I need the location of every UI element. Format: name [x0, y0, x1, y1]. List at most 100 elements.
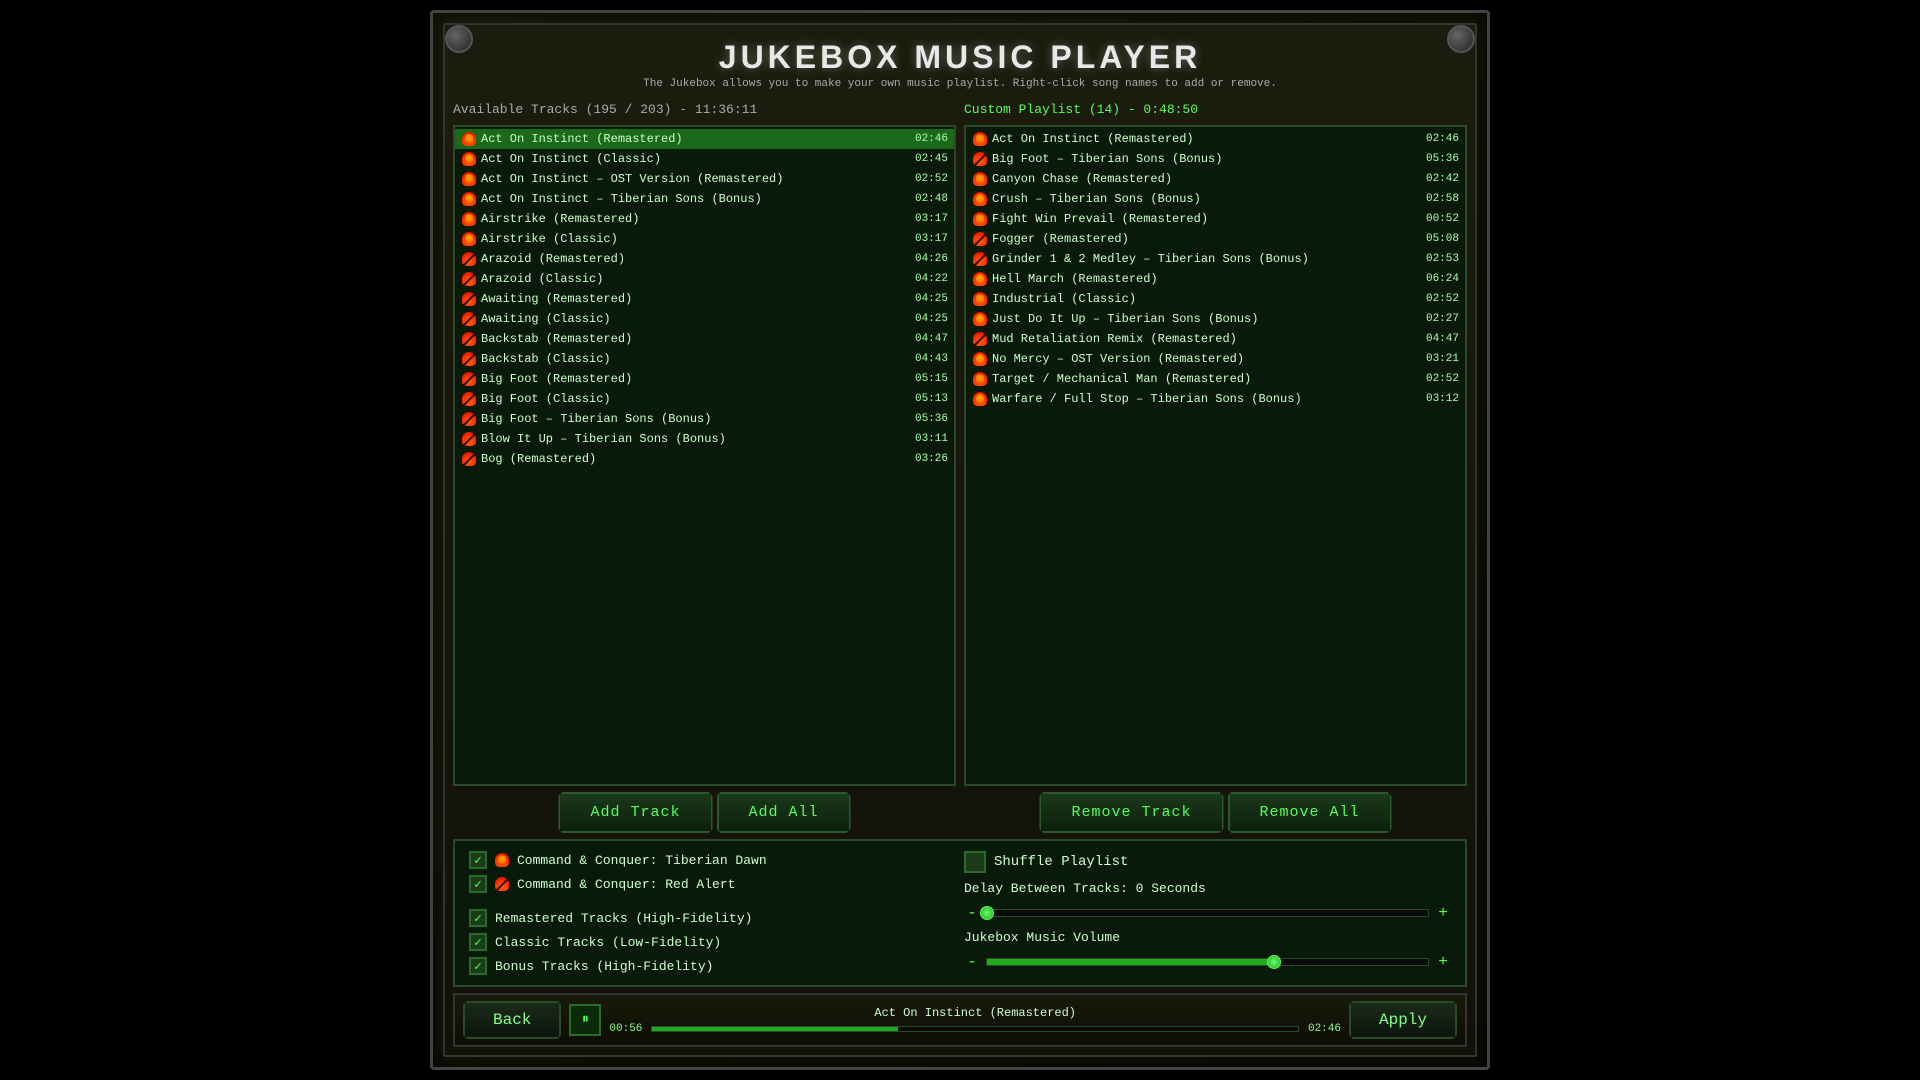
slash-icon — [462, 252, 476, 266]
shuffle-checkbox[interactable] — [964, 851, 986, 873]
custom-track-item[interactable]: Fight Win Prevail (Remastered)00:52 — [966, 209, 1465, 229]
remove-all-button[interactable]: Remove All — [1228, 792, 1392, 833]
track-duration: 02:27 — [1426, 313, 1459, 325]
track-name: Blow It Up – Tiberian Sons (Bonus) — [481, 432, 911, 446]
fire-icon — [462, 132, 476, 146]
shuffle-row[interactable]: Shuffle Playlist — [964, 851, 1451, 873]
custom-track-item[interactable]: Act On Instinct (Remastered)02:46 — [966, 129, 1465, 149]
slash-icon — [462, 392, 476, 406]
available-track-item[interactable]: Act On Instinct (Remastered)02:46 — [455, 129, 954, 149]
volume-plus-btn[interactable]: + — [1435, 953, 1451, 971]
track-duration: 05:36 — [1426, 153, 1459, 165]
slash-icon — [973, 232, 987, 246]
volume-slider[interactable] — [986, 958, 1429, 966]
track-name: Hell March (Remastered) — [992, 272, 1422, 286]
custom-track-item[interactable]: Grinder 1 & 2 Medley – Tiberian Sons (Bo… — [966, 249, 1465, 269]
track-name: Canyon Chase (Remastered) — [992, 172, 1422, 186]
fire-icon — [462, 232, 476, 246]
custom-track-item[interactable]: Industrial (Classic)02:52 — [966, 289, 1465, 309]
available-track-item[interactable]: Awaiting (Classic)04:25 — [455, 309, 954, 329]
track-name: Awaiting (Classic) — [481, 312, 911, 326]
checkbox-bonus-box[interactable] — [469, 957, 487, 975]
delay-slider[interactable] — [986, 909, 1429, 917]
available-track-item[interactable]: Backstab (Classic)04:43 — [455, 349, 954, 369]
fire-icon — [973, 312, 987, 326]
custom-track-item[interactable]: Hell March (Remastered)06:24 — [966, 269, 1465, 289]
custom-track-item[interactable]: Target / Mechanical Man (Remastered)02:5… — [966, 369, 1465, 389]
custom-track-item[interactable]: Just Do It Up – Tiberian Sons (Bonus)02:… — [966, 309, 1465, 329]
delay-slider-thumb[interactable] — [980, 906, 994, 920]
volume-slider-thumb[interactable] — [1267, 955, 1281, 969]
apply-button[interactable]: Apply — [1349, 1001, 1457, 1039]
add-all-button[interactable]: Add All — [717, 792, 851, 833]
track-duration: 04:22 — [915, 273, 948, 285]
custom-track-item[interactable]: Big Foot – Tiberian Sons (Bonus)05:36 — [966, 149, 1465, 169]
available-track-item[interactable]: Arazoid (Classic)04:22 — [455, 269, 954, 289]
fire-icon — [973, 352, 987, 366]
play-pause-icon: ⏸ — [582, 1012, 589, 1028]
track-name: Airstrike (Classic) — [481, 232, 911, 246]
available-track-item[interactable]: Big Foot (Classic)05:13 — [455, 389, 954, 409]
total-time: 02:46 — [1305, 1023, 1341, 1035]
custom-track-item[interactable]: Fogger (Remastered)05:08 — [966, 229, 1465, 249]
remove-track-button[interactable]: Remove Track — [1039, 792, 1223, 833]
volume-slider-fill — [987, 959, 1274, 965]
delay-minus-btn[interactable]: - — [964, 904, 980, 922]
track-name: Mud Retaliation Remix (Remastered) — [992, 332, 1422, 346]
available-track-item[interactable]: Airstrike (Remastered)03:17 — [455, 209, 954, 229]
available-track-item[interactable]: Arazoid (Remastered)04:26 — [455, 249, 954, 269]
track-duration: 04:25 — [915, 293, 948, 305]
custom-track-item[interactable]: No Mercy – OST Version (Remastered)03:21 — [966, 349, 1465, 369]
track-duration: 05:08 — [1426, 233, 1459, 245]
available-tracks-list[interactable]: Act On Instinct (Remastered)02:46Act On … — [455, 127, 954, 784]
checkbox-tiberian-dawn[interactable]: Command & Conquer: Tiberian Dawn — [469, 851, 956, 869]
back-button[interactable]: Back — [463, 1001, 561, 1039]
available-track-item[interactable]: Bog (Remastered)03:26 — [455, 449, 954, 469]
checkbox-td-box[interactable] — [469, 851, 487, 869]
track-name: Act On Instinct – Tiberian Sons (Bonus) — [481, 192, 911, 206]
fire-icon — [973, 392, 987, 406]
available-track-item[interactable]: Backstab (Remastered)04:47 — [455, 329, 954, 349]
track-name: Fight Win Prevail (Remastered) — [992, 212, 1422, 226]
track-duration: 02:58 — [1426, 193, 1459, 205]
custom-playlist-panel: Act On Instinct (Remastered)02:46Big Foo… — [964, 125, 1467, 786]
options-panel: Command & Conquer: Tiberian Dawn Command… — [453, 839, 1467, 987]
track-name: No Mercy – OST Version (Remastered) — [992, 352, 1422, 366]
available-tracks-panel: Act On Instinct (Remastered)02:46Act On … — [453, 125, 956, 786]
checkbox-classic[interactable]: Classic Tracks (Low-Fidelity) — [469, 933, 956, 951]
track-duration: 02:52 — [1426, 293, 1459, 305]
track-duration: 03:11 — [915, 433, 948, 445]
custom-track-item[interactable]: Warfare / Full Stop – Tiberian Sons (Bon… — [966, 389, 1465, 409]
available-track-item[interactable]: Airstrike (Classic)03:17 — [455, 229, 954, 249]
progress-area: Act On Instinct (Remastered) 00:56 02:46 — [609, 1006, 1341, 1035]
play-pause-button[interactable]: ⏸ — [569, 1004, 601, 1036]
available-track-item[interactable]: Act On Instinct – Tiberian Sons (Bonus)0… — [455, 189, 954, 209]
available-track-item[interactable]: Big Foot – Tiberian Sons (Bonus)05:36 — [455, 409, 954, 429]
custom-playlist-list[interactable]: Act On Instinct (Remastered)02:46Big Foo… — [966, 127, 1465, 784]
checkbox-classic-box[interactable] — [469, 933, 487, 951]
progress-bar[interactable] — [651, 1026, 1299, 1032]
delay-plus-btn[interactable]: + — [1435, 904, 1451, 922]
checkbox-red-alert[interactable]: Command & Conquer: Red Alert — [469, 875, 956, 893]
fire-icon — [973, 292, 987, 306]
custom-track-item[interactable]: Mud Retaliation Remix (Remastered)04:47 — [966, 329, 1465, 349]
available-track-item[interactable]: Awaiting (Remastered)04:25 — [455, 289, 954, 309]
checkbox-remastered-box[interactable] — [469, 909, 487, 927]
slash-icon — [462, 412, 476, 426]
volume-minus-btn[interactable]: - — [964, 953, 980, 971]
available-track-item[interactable]: Act On Instinct (Classic)02:45 — [455, 149, 954, 169]
add-track-button[interactable]: Add Track — [558, 792, 712, 833]
track-name: Backstab (Remastered) — [481, 332, 911, 346]
available-track-item[interactable]: Act On Instinct – OST Version (Remastere… — [455, 169, 954, 189]
checkbox-ra-box[interactable] — [469, 875, 487, 893]
checkbox-remastered[interactable]: Remastered Tracks (High-Fidelity) — [469, 909, 956, 927]
delay-slider-row: - + — [964, 904, 1451, 922]
available-track-item[interactable]: Blow It Up – Tiberian Sons (Bonus) 03:11 — [455, 429, 954, 449]
custom-track-item[interactable]: Crush – Tiberian Sons (Bonus) 02:58 — [966, 189, 1465, 209]
track-duration: 05:15 — [915, 373, 948, 385]
track-name: Crush – Tiberian Sons (Bonus) — [992, 192, 1422, 206]
custom-track-item[interactable]: Canyon Chase (Remastered)02:42 — [966, 169, 1465, 189]
available-track-item[interactable]: Big Foot (Remastered)05:15 — [455, 369, 954, 389]
track-duration: 02:52 — [915, 173, 948, 185]
checkbox-bonus[interactable]: Bonus Tracks (High-Fidelity) — [469, 957, 956, 975]
